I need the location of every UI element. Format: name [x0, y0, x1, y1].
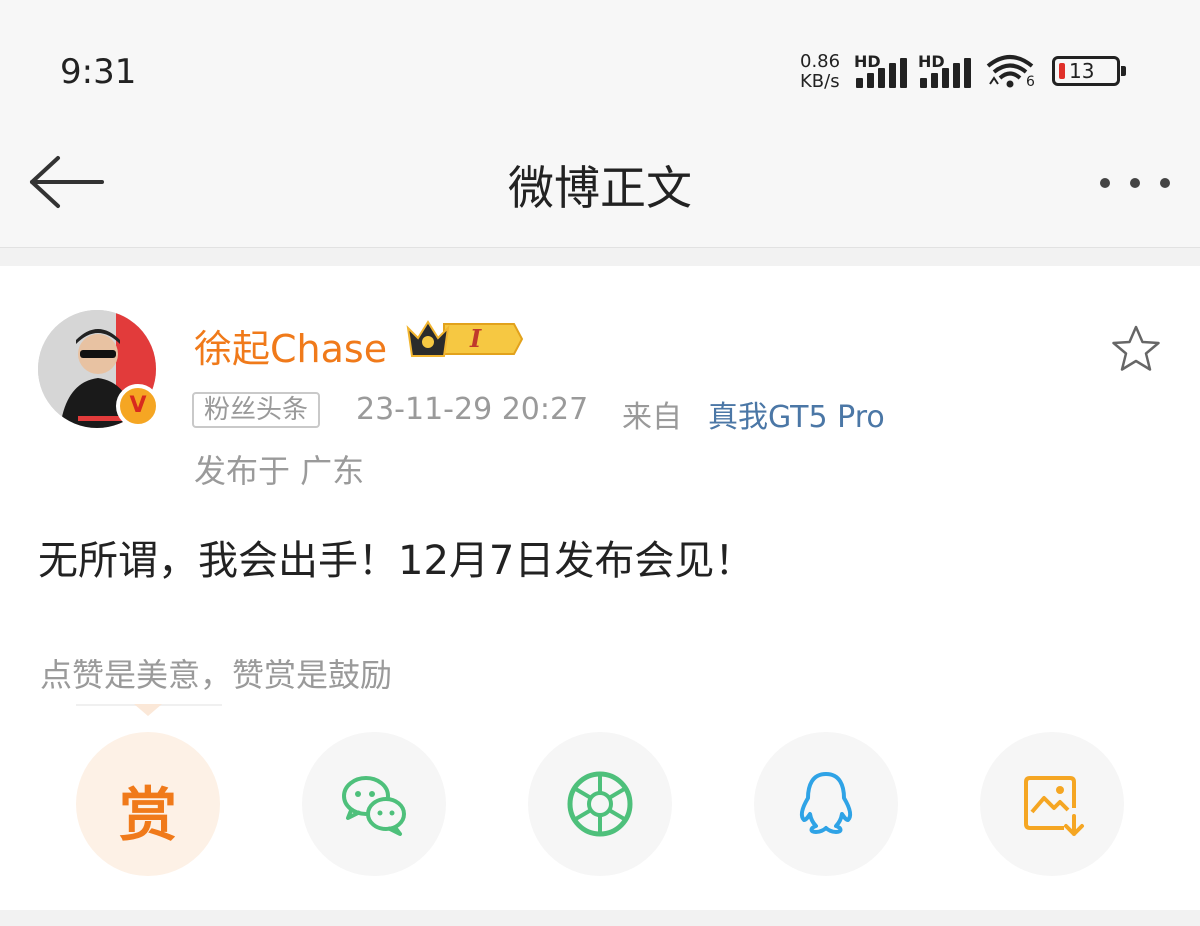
page-title: 微博正文 [508, 161, 692, 215]
wechat-moments-icon [567, 771, 633, 837]
wifi-icon: 6 [984, 54, 1040, 90]
post-text: 无所谓，我会出手！12月7日发布会见！ [38, 538, 755, 584]
share-wechat-button[interactable] [302, 732, 446, 876]
username[interactable]: 徐起Chase [194, 318, 387, 373]
verified-badge: V [116, 384, 160, 428]
status-time: 9:31 [60, 52, 137, 92]
source-device-link[interactable]: 真我GT5 Pro [708, 392, 885, 436]
net-speed-unit: KB/s [800, 71, 840, 92]
wifi-index: 6 [1026, 74, 1035, 90]
save-image-icon [1024, 776, 1084, 836]
reward-hint: 点赞是美意，赞赏是鼓励 [40, 656, 393, 694]
save-image-button[interactable] [980, 732, 1124, 876]
hint-pointer [134, 704, 162, 716]
more-dots-icon[interactable] [1100, 170, 1170, 194]
crown-vip-icon[interactable]: I [404, 316, 524, 362]
share-moments-button[interactable] [528, 732, 672, 876]
battery-level: 13 [1069, 59, 1095, 83]
post-timestamp: 23-11-29 20:27 [356, 392, 589, 427]
vip-level: I [470, 324, 482, 353]
share-row: 赏 [0, 732, 1200, 876]
reward-button[interactable]: 赏 [76, 732, 220, 876]
post-location: 发布于 广东 [194, 452, 365, 490]
wechat-icon [342, 776, 406, 836]
network-speed: 0.86 KB/s [800, 52, 840, 92]
star-outline-icon[interactable] [1110, 324, 1162, 374]
nav-bar: 微博正文 [0, 130, 1200, 248]
battery-icon: 13 [1052, 56, 1126, 86]
fans-headline-tag: 粉丝头条 [192, 392, 321, 428]
post-card: V 徐起Chase I 粉丝头条 23-11-29 20:27 来自 真我GT5… [0, 266, 1200, 910]
qq-icon [799, 772, 853, 834]
net-speed-value: 0.86 [800, 51, 841, 72]
reward-icon: 赏 [118, 781, 177, 849]
status-bar: 9:31 0.86 KB/s HD HD 6 13 [0, 0, 1200, 130]
source-label: 来自 [622, 400, 682, 435]
share-qq-button[interactable] [754, 732, 898, 876]
